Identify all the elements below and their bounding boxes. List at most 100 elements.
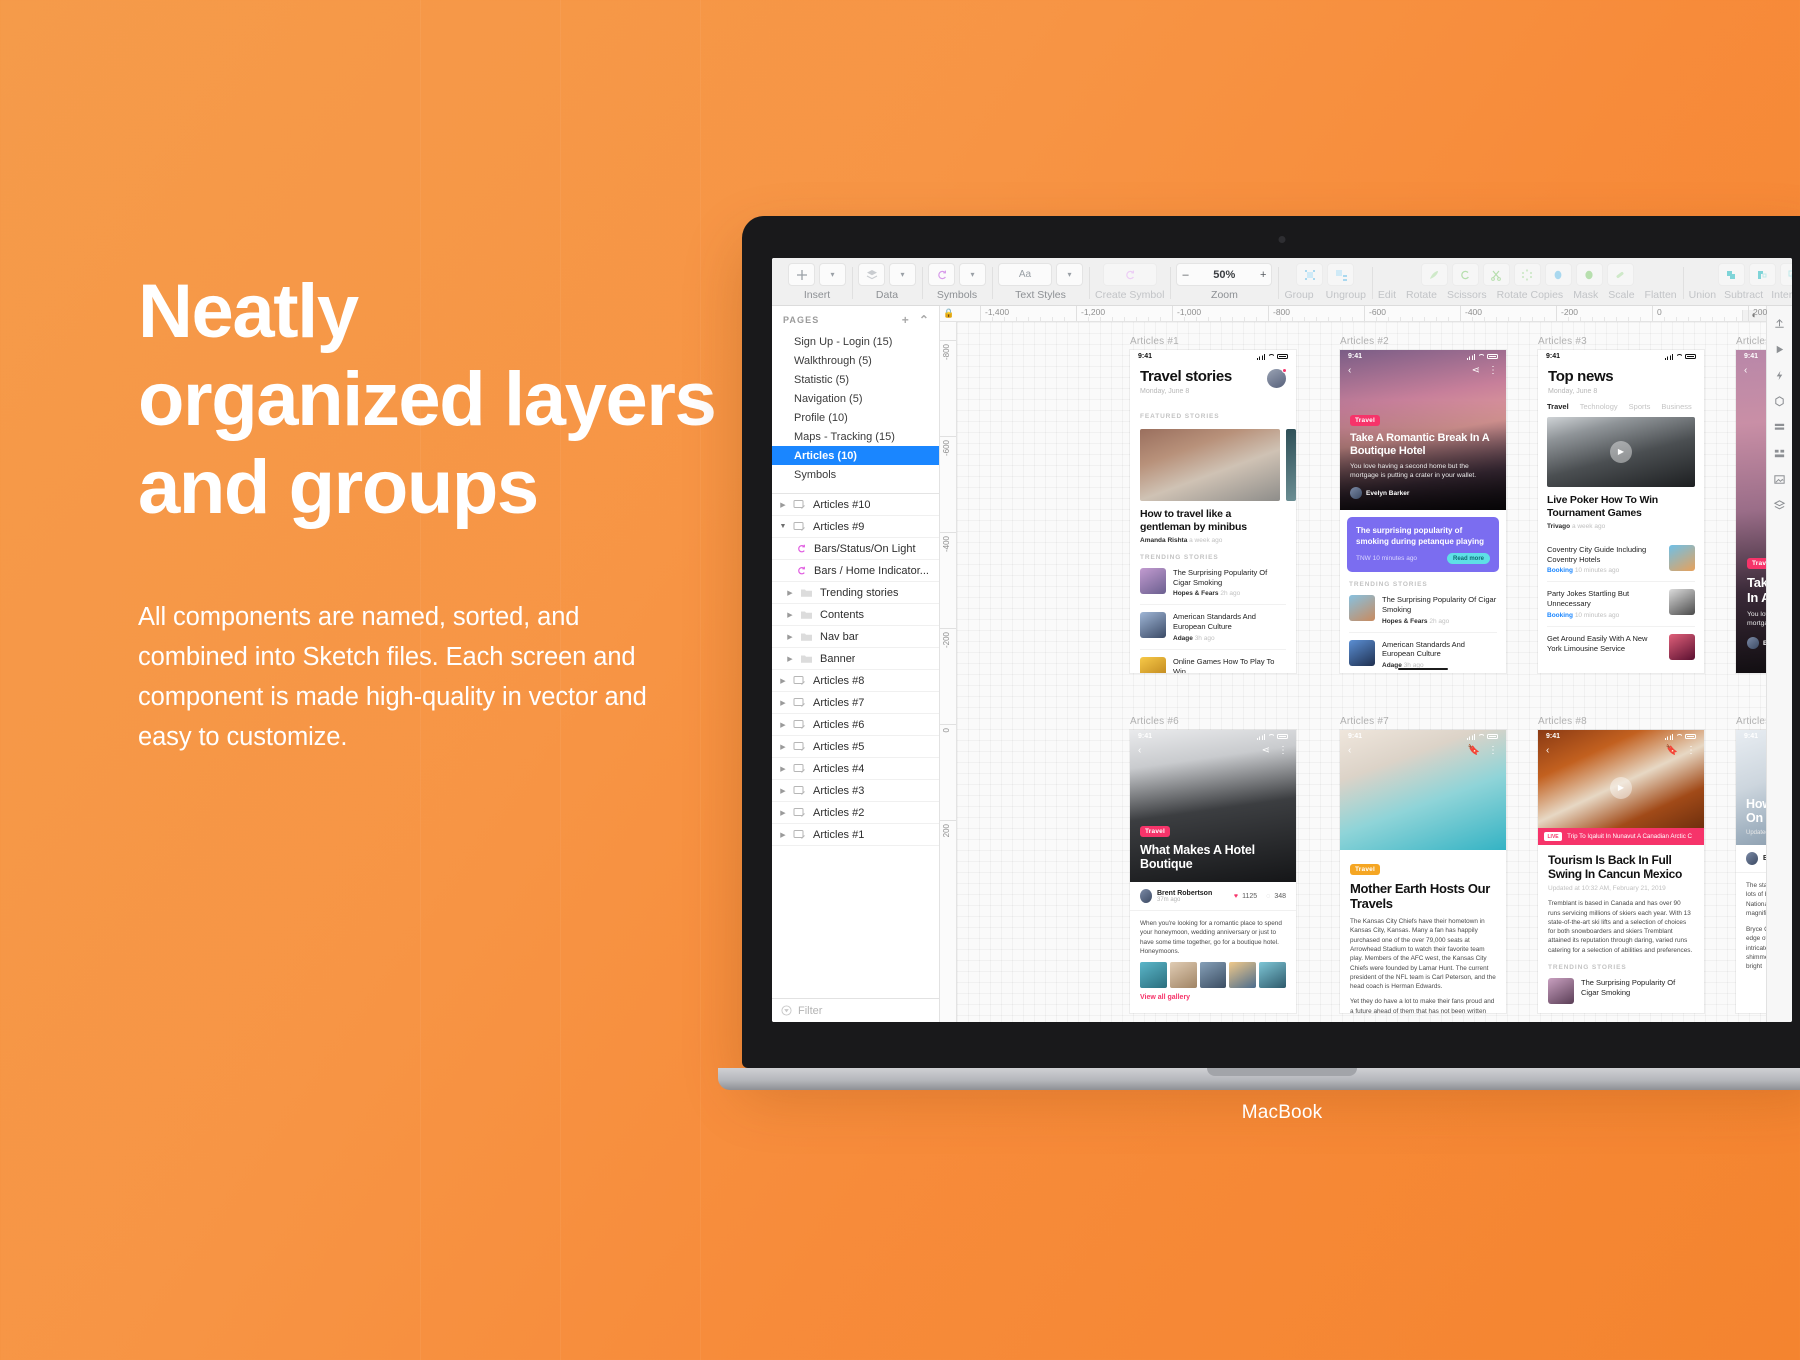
back-icon[interactable]: ‹ (1138, 746, 1141, 756)
category-tabs[interactable]: Travel Technology Sports Business (1538, 395, 1704, 417)
artboard-label[interactable]: Articles #9 (1736, 716, 1766, 727)
category-tag[interactable]: Travel (1140, 825, 1170, 837)
gallery[interactable] (1140, 962, 1286, 989)
read-more-button[interactable]: Read more (1446, 553, 1490, 565)
plus-icon[interactable] (788, 263, 815, 286)
layer-filter[interactable]: Filter (772, 998, 939, 1022)
hero-image[interactable]: 9:41 ‹ ⋖ ⋮ Travel What Makes A Hotel Bou… (1130, 730, 1296, 882)
chevron-right-icon[interactable]: ▶ (779, 699, 787, 707)
page-item-walkthrough[interactable]: Walkthrough (5) (772, 351, 939, 370)
gallery-thumb[interactable] (1259, 962, 1286, 989)
category-tag[interactable]: Travel (1747, 558, 1766, 569)
chevron-up-icon[interactable]: ⌃ (919, 313, 930, 327)
scissors-icon[interactable] (1482, 263, 1510, 286)
more-icon[interactable]: ⋮ (1488, 746, 1498, 756)
toolbar-group-shape-tools[interactable]: Edit Rotate Scissors Rotate Copies Mask … (1371, 263, 1683, 301)
layer-row[interactable]: ▶ Trending stories (772, 582, 939, 604)
flatten-icon[interactable] (1606, 263, 1634, 286)
artboard-articles-6[interactable]: Articles #6 9:41 ‹ ⋖ ⋮ Travel What Makes… (1130, 716, 1296, 1016)
chevron-right-icon[interactable]: ▶ (786, 633, 794, 641)
page-item-profile[interactable]: Profile (10) (772, 408, 939, 427)
list-item[interactable]: The Surprising Popularity Of Cigar Smoki… (1548, 971, 1694, 1011)
page-item-articles[interactable]: Articles (10) (772, 446, 939, 465)
artboard-label[interactable]: Articles #3 (1538, 336, 1704, 347)
lock-icon[interactable]: 🔒 (940, 308, 958, 321)
heart-icon[interactable]: ♥ (1234, 893, 1238, 900)
gallery-thumb[interactable] (1169, 962, 1197, 989)
chevron-right-icon[interactable]: ▶ (779, 721, 787, 729)
layer-row[interactable]: ▶ Articles #3 (772, 780, 939, 802)
back-icon[interactable]: ‹ (1744, 366, 1747, 376)
artboard-label[interactable]: Articles #4 (1736, 336, 1766, 347)
bookmark-icon[interactable]: 🔖 (1468, 746, 1480, 756)
artboard-label[interactable]: Articles #2 (1340, 336, 1506, 347)
page-indicator[interactable] (1736, 664, 1766, 666)
chevron-right-icon[interactable]: ▶ (786, 589, 794, 597)
union-icon[interactable] (1717, 263, 1745, 286)
chevron-down-icon[interactable]: ▾ (889, 263, 916, 286)
list-item[interactable]: Online Games How To Play To Win (1140, 650, 1286, 673)
page-item-symbols[interactable]: Symbols (772, 465, 939, 484)
share-icon[interactable]: ⋖ (1472, 366, 1480, 376)
artboard-label[interactable]: Articles #6 (1130, 716, 1296, 727)
artboard-canvas-articles-9[interactable]: 9:41 How To Fly A Private Jet On Your Ne… (1736, 730, 1766, 1013)
chevron-right-icon[interactable]: ▶ (779, 765, 787, 773)
list-item[interactable]: The Surprising Popularity Of Cigar Smoki… (1140, 561, 1286, 606)
symbol-icon[interactable] (928, 263, 955, 286)
gallery-thumb[interactable] (1140, 962, 1167, 989)
grid-icon[interactable] (1773, 420, 1787, 434)
page-item-sign-up-login[interactable]: Sign Up - Login (15) (772, 332, 939, 351)
page-item-statistic[interactable]: Statistic (5) (772, 370, 939, 389)
artboard-articles-3[interactable]: Articles #3 9:41 Top news Monday, June 8 (1538, 336, 1704, 676)
stack-icon[interactable] (1773, 498, 1787, 512)
list-icon[interactable] (1773, 446, 1787, 460)
chevron-right-icon[interactable]: ▶ (779, 743, 787, 751)
toolbar-item-create-symbol[interactable]: Create Symbol (1089, 263, 1170, 301)
plus-icon[interactable]: + (902, 313, 910, 327)
layer-row[interactable]: Bars/Status/On Light (772, 538, 939, 560)
artboard-articles-1[interactable]: Articles #1 9:41 Travel stories Monday, … (1130, 336, 1296, 676)
vertical-ruler[interactable]: -800 -600 -400 -200 0 200 (940, 322, 957, 1022)
hero-image[interactable]: 9:41 ‹ 🔖 ⋮ (1340, 730, 1506, 850)
video-thumbnail[interactable]: ▶ (1547, 416, 1695, 487)
artboard-canvas-articles-8[interactable]: 9:41 ‹ 🔖 ⋮ ▶ LIVE Trip To Iqaluit In Nun… (1538, 730, 1704, 1013)
list-item[interactable]: Coventry City Guide Including Coventry H… (1547, 538, 1695, 583)
back-icon[interactable]: ‹ (1546, 746, 1549, 756)
layer-row[interactable]: ▶ Articles #10 (772, 494, 939, 516)
artboard-label[interactable]: Articles #1 (1130, 336, 1296, 347)
chevron-down-icon[interactable]: ▼ (779, 523, 787, 530)
chevron-right-icon[interactable]: ▶ (779, 787, 787, 795)
story-image[interactable] (1140, 428, 1280, 501)
artboard-canvas-articles-7[interactable]: 9:41 ‹ 🔖 ⋮ Travel Mother Earth Hosts Our… (1340, 730, 1506, 1013)
layer-row[interactable]: Bars / Home Indicator... (772, 560, 939, 582)
rotate-copies-icon[interactable] (1513, 263, 1541, 286)
toolbar-item-zoom[interactable]: – 50% + Zoom (1170, 263, 1278, 301)
category-tag[interactable]: Travel (1350, 414, 1380, 426)
more-icon[interactable]: ⋮ (1488, 366, 1498, 376)
symbol-icon[interactable] (1102, 263, 1157, 286)
group-icon[interactable] (1296, 263, 1324, 286)
layer-row[interactable]: ▼ Articles #9 (772, 516, 939, 538)
story-title[interactable]: How to travel like a gentleman by minibu… (1140, 508, 1280, 534)
list-item[interactable]: The Surprising Popularity Of Cigar Smoki… (1349, 588, 1497, 633)
layer-row[interactable]: ▶ Contents (772, 604, 939, 626)
artboard-label[interactable]: Articles #7 (1340, 716, 1506, 727)
story-image[interactable] (1286, 428, 1296, 501)
artboard-canvas-articles-4[interactable]: 9:41 ‹ ⋮ Travel Take A Romantic Break In (1736, 350, 1766, 673)
comment-icon[interactable]: ◌ (1266, 893, 1270, 900)
tab-business[interactable]: Business (1661, 402, 1691, 411)
artboard-canvas-articles-6[interactable]: 9:41 ‹ ⋖ ⋮ Travel What Makes A Hotel Bou… (1130, 730, 1296, 1013)
rotate-icon[interactable] (1451, 263, 1479, 286)
chevron-down-icon[interactable]: ▾ (959, 263, 986, 286)
chevron-down-icon[interactable]: ▾ (819, 263, 846, 286)
video-hero[interactable]: 9:41 ‹ 🔖 ⋮ ▶ LIVE Trip To Iqaluit In Nun… (1538, 730, 1704, 845)
intersect-icon[interactable] (1779, 263, 1792, 286)
page-item-navigation[interactable]: Navigation (5) (772, 389, 939, 408)
gallery-thumb[interactable] (1229, 962, 1257, 989)
zoom-control[interactable]: – 50% + (1176, 263, 1273, 286)
chevron-down-icon[interactable]: ▾ (1056, 263, 1083, 286)
artboard-articles-4[interactable]: Articles #4 9:41 ‹ ⋮ (1736, 336, 1766, 676)
artboard-canvas-articles-3[interactable]: 9:41 Top news Monday, June 8 Travel Tech… (1538, 350, 1704, 673)
layer-row[interactable]: ▶ Articles #4 (772, 758, 939, 780)
category-tag[interactable]: Travel (1350, 864, 1380, 875)
